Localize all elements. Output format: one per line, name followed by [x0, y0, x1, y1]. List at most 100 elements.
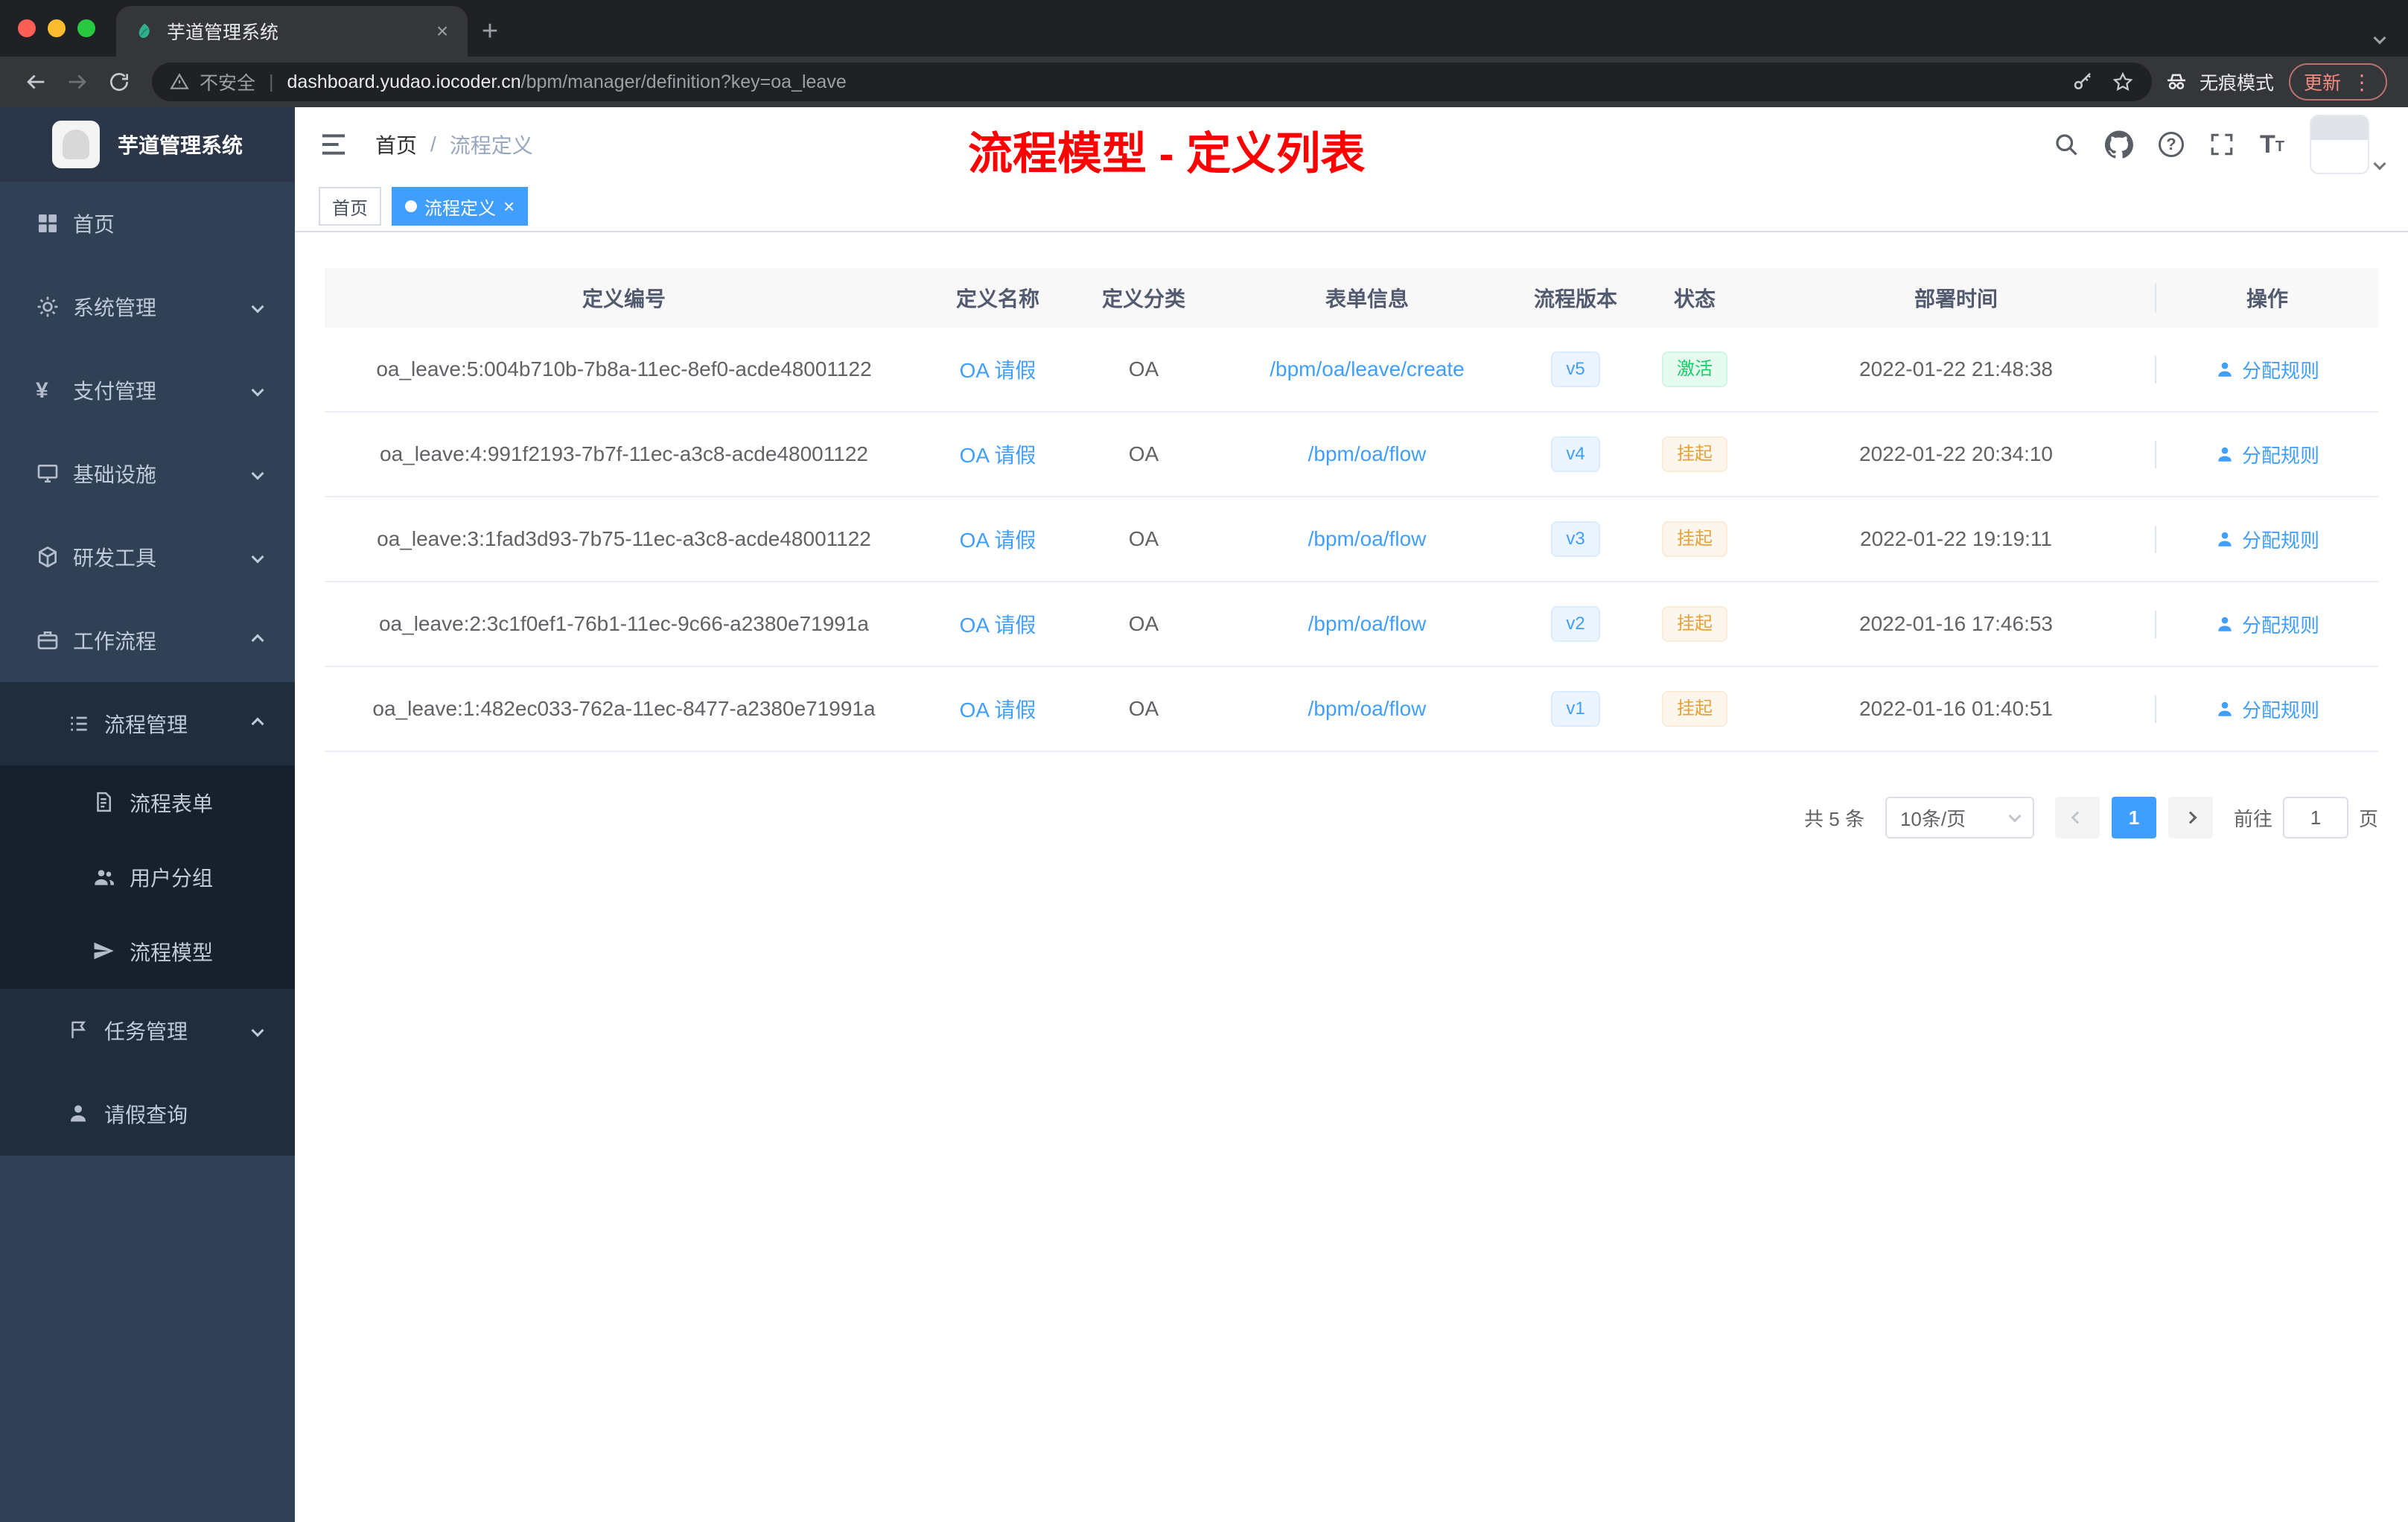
pagination-total: 共 5 条: [1804, 807, 1864, 830]
form-link[interactable]: /bpm/oa/leave/create: [1270, 357, 1465, 381]
sidebar: 芋道管理系统 首页 系统管理 ¥ 支付管理 基础设施 研发工具 工作流程 流程管…: [0, 107, 295, 1522]
assign-rule-label: 分配规则: [2241, 359, 2319, 382]
status-badge: 挂起: [1662, 691, 1727, 727]
tab-search-chevron-icon[interactable]: [2373, 21, 2386, 48]
sidebar-item-label: 支付管理: [73, 380, 157, 403]
page-number-button[interactable]: 1: [2111, 797, 2156, 838]
form-link[interactable]: /bpm/oa/flow: [1308, 442, 1427, 466]
avatar[interactable]: [2310, 115, 2369, 174]
next-page-button[interactable]: [2167, 797, 2213, 838]
url-divider: |: [269, 71, 274, 92]
sidebar-item-leave-query[interactable]: 请假查询: [0, 1072, 295, 1156]
sidebar-item-task-management[interactable]: 任务管理: [0, 989, 295, 1072]
url-path: /bpm/manager/definition?key=oa_leave: [520, 71, 847, 92]
security-warning-icon[interactable]: [170, 72, 189, 92]
column-header: 定义分类: [1101, 287, 1185, 311]
version-tag: v5: [1551, 351, 1600, 387]
assign-rule-button[interactable]: 分配规则: [2215, 695, 2319, 723]
address-bar[interactable]: 不安全 | dashboard.yudao.iocoder.cn/bpm/man…: [152, 63, 2152, 101]
browser-menu-icon[interactable]: ⋮: [2351, 70, 2372, 95]
password-key-icon[interactable]: [2071, 71, 2094, 93]
column-header: 状态: [1673, 287, 1716, 311]
font-size-icon[interactable]: TT: [2260, 132, 2284, 157]
definition-name-link[interactable]: OA 请假: [960, 439, 1036, 469]
status-badge: 激活: [1662, 351, 1727, 387]
minimize-window-button[interactable]: [48, 19, 66, 37]
sidebar-item-label: 流程管理: [104, 713, 188, 736]
github-icon[interactable]: [2105, 130, 2133, 159]
tab-close-icon[interactable]: ×: [429, 18, 456, 45]
breadcrumb-home-link[interactable]: 首页: [375, 130, 417, 159]
chevron-up-icon: [251, 634, 264, 647]
sidebar-item-workflow[interactable]: 工作流程: [0, 599, 295, 682]
back-button[interactable]: [15, 61, 57, 103]
update-button[interactable]: 更新 ⋮: [2288, 63, 2387, 101]
incognito-badge: 无痕模式: [2164, 69, 2274, 95]
zoom-window-button[interactable]: [77, 19, 95, 37]
assign-rule-button[interactable]: 分配规则: [2215, 356, 2319, 383]
sidebar-item-home[interactable]: 首页: [0, 182, 295, 265]
sidebar-logo-row[interactable]: 芋道管理系统: [0, 107, 295, 182]
sidebar-item-payment[interactable]: ¥ 支付管理: [0, 348, 295, 432]
yen-icon: ¥: [36, 378, 48, 403]
update-label: 更新: [2303, 73, 2341, 94]
help-icon[interactable]: ?: [2159, 132, 2184, 157]
cell-deploy-time: 2022-01-22 19:19:11: [1860, 527, 2052, 550]
sidebar-item-process-form[interactable]: 流程表单: [0, 765, 295, 840]
sidebar-item-label: 研发工具: [73, 547, 157, 570]
tag-home[interactable]: 首页: [319, 187, 381, 226]
assign-rule-button[interactable]: 分配规则: [2215, 611, 2319, 638]
goto-page-input[interactable]: [2282, 797, 2348, 838]
fullscreen-icon[interactable]: [2209, 132, 2235, 157]
tag-close-icon[interactable]: ×: [503, 197, 515, 216]
forward-button[interactable]: [57, 61, 98, 103]
definition-name-link[interactable]: OA 请假: [960, 524, 1036, 554]
definition-name-link[interactable]: OA 请假: [960, 609, 1036, 639]
definition-name-link[interactable]: OA 请假: [960, 694, 1036, 724]
status-badge: 挂起: [1662, 606, 1727, 642]
annotation-text: 流程模型 - 定义列表: [968, 129, 1366, 179]
version-tag: v2: [1551, 606, 1600, 642]
workflow-icon: [36, 628, 60, 652]
sidebar-item-dev-tools[interactable]: 研发工具: [0, 515, 295, 599]
cell-definition-id: oa_leave:5:004b710b-7b8a-11ec-8ef0-acde4…: [376, 357, 872, 380]
cell-deploy-time: 2022-01-16 01:40:51: [1859, 697, 2053, 720]
sidebar-item-label: 请假查询: [104, 1104, 188, 1127]
sidebar-item-user-group[interactable]: 用户分组: [0, 840, 295, 914]
assign-rule-label: 分配规则: [2241, 529, 2319, 552]
page-size-select[interactable]: 10条/页: [1885, 797, 2034, 838]
version-tag: v3: [1551, 521, 1600, 557]
reload-button[interactable]: [98, 61, 140, 103]
tag-label: 首页: [332, 198, 368, 219]
sidebar-collapse-button[interactable]: [319, 128, 351, 161]
definition-name-link[interactable]: OA 请假: [960, 354, 1036, 384]
macos-traffic-lights: [18, 0, 95, 57]
form-link[interactable]: /bpm/oa/flow: [1308, 612, 1427, 636]
cell-category: OA: [1128, 442, 1159, 465]
bookmark-star-icon[interactable]: [2112, 71, 2134, 93]
avatar-caret-icon[interactable]: [2373, 157, 2386, 171]
site-favicon-icon: [134, 21, 155, 42]
form-link[interactable]: /bpm/oa/flow: [1308, 697, 1427, 721]
sidebar-item-system[interactable]: 系统管理: [0, 265, 295, 348]
version-tag: v4: [1551, 436, 1600, 472]
form-link[interactable]: /bpm/oa/flow: [1308, 527, 1427, 551]
goto-label: 前往: [2233, 807, 2272, 830]
sidebar-item-label: 基础设施: [73, 463, 157, 486]
sidebar-item-process-model[interactable]: 流程模型: [0, 914, 295, 989]
app-title: 芋道管理系统: [117, 134, 243, 157]
sidebar-item-process-management[interactable]: 流程管理: [0, 682, 295, 765]
browser-tab[interactable]: 芋道管理系统 ×: [116, 6, 468, 57]
close-window-button[interactable]: [18, 19, 36, 37]
sidebar-item-infrastructure[interactable]: 基础设施: [0, 432, 295, 515]
search-icon[interactable]: [2053, 131, 2080, 158]
tag-process-definition[interactable]: 流程定义 ×: [392, 187, 529, 226]
prev-page-button[interactable]: [2054, 797, 2100, 838]
table-row: oa_leave:1:482ec033-762a-11ec-8477-a2380…: [325, 667, 2378, 752]
assign-rule-button[interactable]: 分配规则: [2215, 526, 2319, 553]
definition-table: 定义编号 定义名称 定义分类 表单信息 流程版本 状态 部署时间 操作 oa_l…: [325, 268, 2378, 752]
assign-rule-button[interactable]: 分配规则: [2215, 441, 2319, 468]
cell-deploy-time: 2022-01-22 20:34:10: [1859, 442, 2053, 465]
new-tab-button[interactable]: +: [468, 9, 512, 54]
form-icon: [92, 791, 116, 815]
